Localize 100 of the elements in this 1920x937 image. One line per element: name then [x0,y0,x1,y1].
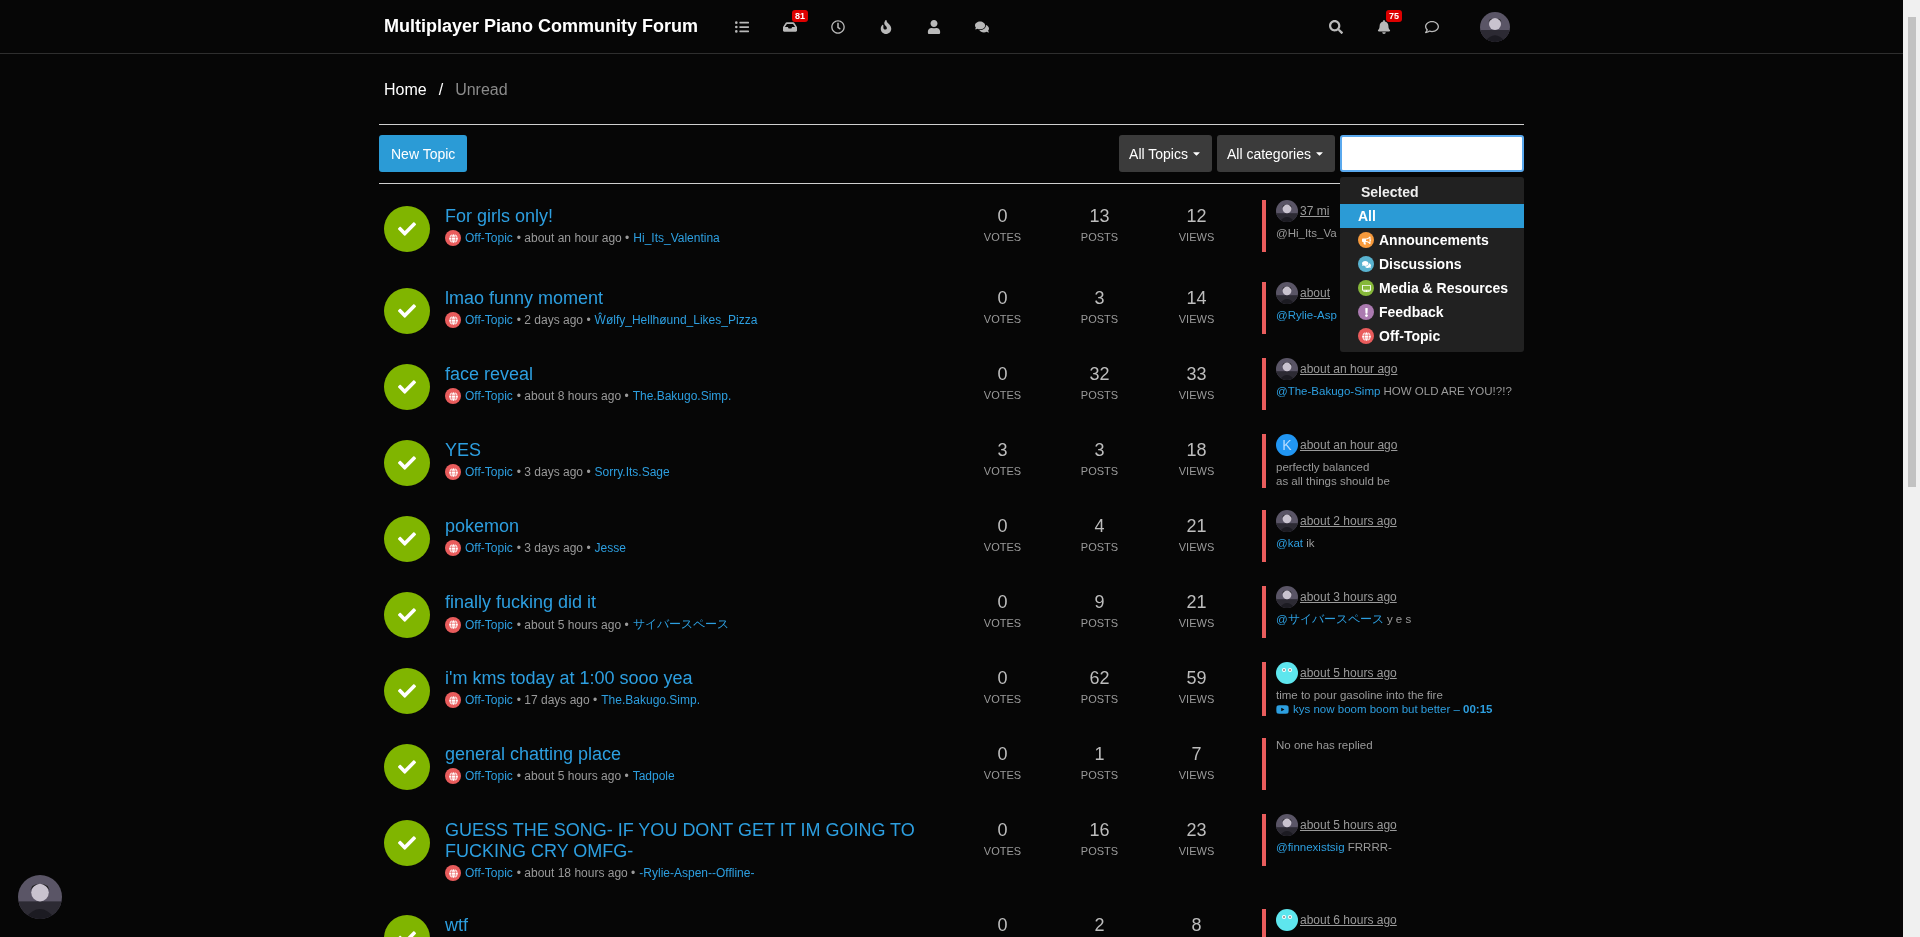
reply-time-link[interactable]: about 6 hours ago [1300,913,1397,927]
scrollbar[interactable] [1903,0,1920,937]
author-link[interactable]: Hi_Its_Valentina [633,231,720,245]
category-link[interactable]: Off-Topic [465,313,513,327]
read-check-icon [384,744,430,790]
topic-title-link[interactable]: general chatting place [445,744,954,765]
stat-count: 21 [1185,592,1208,613]
stat-label: POSTS [1079,617,1120,629]
list-icon [735,19,750,34]
mention-link[interactable]: @サイバースペース [1276,613,1384,625]
topic-title-link[interactable]: finally fucking did it [445,592,954,613]
teaser-text: perfectly balanced [1276,460,1370,474]
mention-link[interactable]: @Rylie-Asp [1276,309,1337,321]
reply-time-link[interactable]: 37 mi [1300,204,1330,218]
author-link[interactable]: The.Bakugo.Simp. [632,389,732,403]
video-link[interactable]: kys now boom boom but better – 00:15 [1276,702,1524,716]
category-menu-item[interactable]: Discussions [1340,252,1524,276]
chat-bubbles-icon [975,19,990,34]
reply-time-link[interactable]: about 5 hours ago [1300,818,1397,832]
stat-count: 18 [1185,440,1208,461]
category-menu-item[interactable]: Feedback [1340,300,1524,324]
stat-label: POSTS [1079,389,1120,401]
category-link[interactable]: Off-Topic [465,231,513,245]
topic-title-link[interactable]: GUESS THE SONG- IF YOU DONT GET IT IM GOING TO FUCKING CRY OMFG- [445,820,954,862]
breadcrumb-link[interactable]: Unread [455,81,508,99]
globe-icon [445,464,461,480]
stat-count: 2 [1093,915,1106,936]
bell-icon [1377,19,1391,34]
stat-label: POSTS [1079,845,1120,857]
breadcrumb-link[interactable]: Home [384,81,427,99]
filter-dropdown[interactable]: All Topics [1119,135,1212,172]
teaser-text: @サイバースペース y e s [1276,612,1412,626]
reply-time-link[interactable]: about 3 hours ago [1300,590,1397,604]
topic-title-link[interactable]: face reveal [445,364,954,385]
topic-title-link[interactable]: lmao funny moment [445,288,954,309]
category-link[interactable]: Off-Topic [465,389,513,403]
category-menu-item[interactable]: Off-Topic [1340,324,1524,348]
mention-link[interactable]: @The-Bakugo-Simp [1276,385,1381,397]
stat-label: VIEWS [1177,845,1216,857]
stat-count: 32 [1088,364,1111,385]
topic-title-link[interactable]: For girls only! [445,206,954,227]
stat-count: 62 [1088,668,1111,689]
globe-icon [445,865,461,881]
stat-count: 16 [1088,820,1111,841]
category-menu-item[interactable]: Media & Resources [1340,276,1524,300]
author-link[interactable]: サイバースペース [632,616,729,633]
category-link[interactable]: Off-Topic [465,866,513,880]
read-check-icon [384,364,430,410]
forum-title[interactable]: Multiplayer Piano Community Forum [379,16,699,37]
topic-time: • about an hour ago • [516,231,630,245]
count-badge: 75 [1386,9,1402,22]
category-link[interactable]: Off-Topic [465,769,513,783]
fire-icon [879,19,894,34]
author-link[interactable]: -Rylie-Aspen--Offline- [639,866,755,880]
reply-time-link[interactable]: about 2 hours ago [1300,514,1397,528]
video-icon [1276,702,1289,716]
author-link[interactable]: The.Bakugo.Simp. [601,693,700,707]
category-link[interactable]: Off-Topic [465,617,513,632]
reply-time-link[interactable]: about [1300,286,1331,300]
mention-link[interactable]: @kat [1276,537,1303,549]
category-link[interactable]: Off-Topic [465,465,513,479]
category-menu-item[interactable]: Announcements [1340,228,1524,252]
topic-title-link[interactable]: YES [445,440,954,461]
globe-icon [445,616,461,633]
reply-time-link[interactable]: about 5 hours ago [1300,666,1397,680]
topic-time: • 2 days ago • [516,313,591,327]
speech-bubble-icon [1425,19,1439,34]
topic-title-link[interactable]: i'm kms today at 1:00 sooo yea [445,668,954,689]
stat-count: 1 [1093,744,1106,765]
author-link[interactable]: Sorry.Its.Sage [594,465,670,479]
topic-title-link[interactable]: pokemon [445,516,954,537]
stat-label: VOTES [982,845,1023,857]
topic-title-link[interactable]: wtf [445,915,954,936]
stat-label: POSTS [1079,231,1120,243]
stat-label: VIEWS [1177,693,1216,705]
breadcrumb-separator: / [438,81,444,99]
read-check-icon [384,592,430,638]
stat-label: POSTS [1079,465,1120,477]
category-link[interactable]: Off-Topic [465,541,513,555]
mention-link[interactable]: @finnexistsig [1276,841,1345,853]
teaser-text: @kat ik [1276,536,1315,550]
inbox-button[interactable]: 81 [766,11,815,42]
stat-count: 0 [996,668,1009,689]
stat-label: POSTS [1079,541,1120,553]
read-check-icon [384,668,430,714]
stat-count: 0 [996,915,1009,936]
author-link[interactable]: Tadpole [632,769,675,783]
reply-time-link[interactable]: about an hour ago [1300,438,1398,452]
stat-count: 0 [996,516,1009,537]
author-link[interactable]: Jesse [594,541,626,555]
category-search-field[interactable] [1340,135,1524,172]
author-link[interactable]: Ŵølfy_Hellhøund_Likes_Pizza [594,313,758,327]
search-icon [1329,19,1343,34]
stat-label: VIEWS [1177,617,1216,629]
category-link[interactable]: Off-Topic [465,693,513,707]
filter-dropdown[interactable]: All categories [1216,135,1335,172]
reply-time-link[interactable]: about an hour ago [1300,362,1398,376]
bell-button[interactable]: 75 [1360,11,1408,42]
stat-count: 0 [996,820,1009,841]
topic-time: • 3 days ago • [516,541,591,555]
